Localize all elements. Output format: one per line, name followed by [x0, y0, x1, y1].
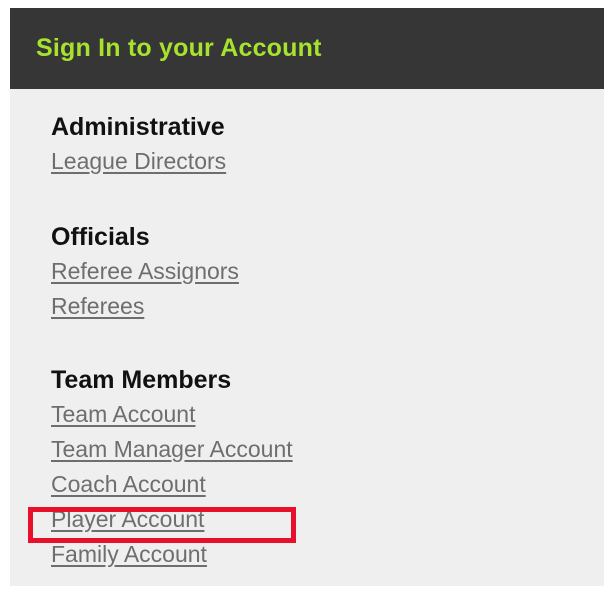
section-administrative: Administrative League Directors: [51, 112, 226, 179]
coach-account-link[interactable]: Coach Account: [51, 467, 293, 502]
referees-link[interactable]: Referees: [51, 289, 239, 324]
section-heading-administrative: Administrative: [51, 113, 225, 141]
section-officials: Officials Referee Assignors Referees: [51, 222, 239, 324]
family-account-link[interactable]: Family Account: [51, 537, 293, 572]
section-team-members: Team Members Team Account Team Manager A…: [51, 365, 293, 572]
team-manager-account-link[interactable]: Team Manager Account: [51, 432, 293, 467]
panel-header: Sign In to your Account: [10, 8, 604, 89]
team-account-link[interactable]: Team Account: [51, 397, 293, 432]
referee-assignors-link[interactable]: Referee Assignors: [51, 254, 239, 289]
section-heading-team-members: Team Members: [51, 366, 232, 394]
player-account-link[interactable]: Player Account: [51, 502, 293, 537]
section-heading-officials: Officials: [51, 223, 150, 251]
panel-title: Sign In to your Account: [36, 34, 322, 62]
league-directors-link[interactable]: League Directors: [51, 144, 226, 179]
sign-in-panel: Sign In to your Account Administrative L…: [10, 8, 604, 586]
